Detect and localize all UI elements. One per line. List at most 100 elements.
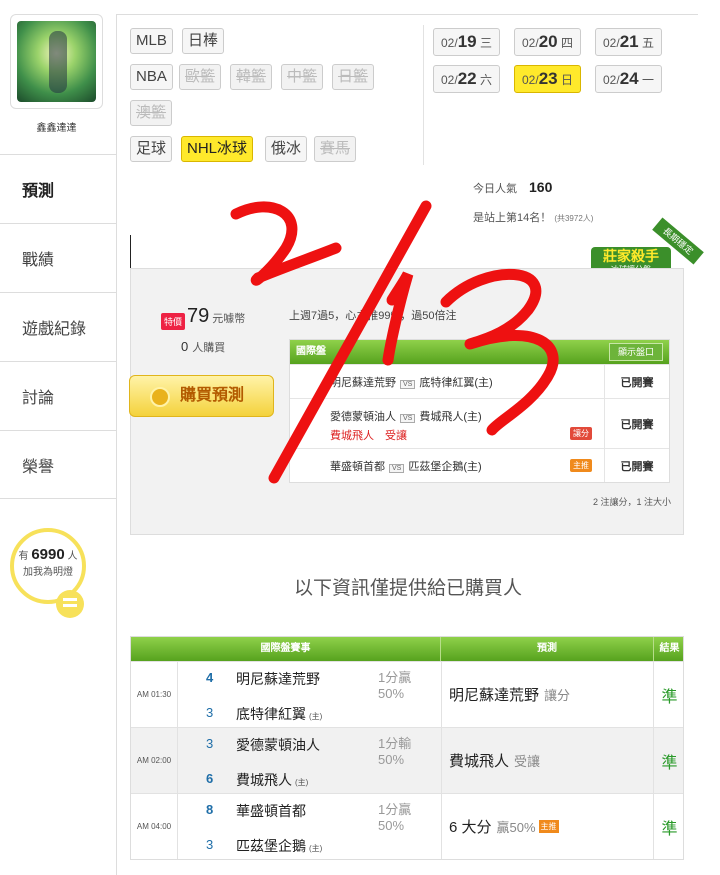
odds-line: 1分輸 50%	[378, 736, 411, 768]
score-a: 8	[206, 802, 214, 817]
col-prediction: 預測	[441, 637, 654, 661]
prediction: 明尼蘇達荒野 讓分	[441, 662, 654, 727]
mini-table-footer: 2 注讓分，1 注大小	[592, 497, 671, 507]
avatar[interactable]	[10, 14, 103, 109]
team-a: 愛德蒙頓油人	[330, 411, 396, 423]
nav-record[interactable]: 戰績	[0, 223, 116, 292]
matchup: 明尼蘇達荒野 VS 底特律紅翼(主)	[330, 374, 493, 390]
score-b: 3	[206, 837, 214, 852]
league-horse-racing: 賽馬	[314, 136, 357, 162]
date-0220[interactable]: 02/20 四	[514, 28, 581, 56]
home-mark: (主)	[295, 778, 309, 787]
result-mark: 準	[661, 754, 678, 772]
price: 79 元噱幣	[187, 305, 245, 328]
league-nhl[interactable]: NHL冰球	[181, 136, 254, 162]
date-day: 23	[538, 69, 558, 88]
date-month: 02/	[603, 73, 620, 87]
team-b-name: 費城飛人	[236, 772, 292, 788]
mini-header-label: 國際盤	[296, 346, 326, 357]
team-b: 底特律紅翼(主)	[419, 377, 493, 389]
pick-tag: 主推	[570, 459, 592, 472]
home-mark: (主)	[309, 844, 323, 853]
date-0223[interactable]: 02/23 日	[514, 65, 581, 93]
show-odds-button[interactable]: 顯示盤口	[608, 343, 663, 361]
score-a: 3	[206, 736, 214, 751]
date-month: 02/	[522, 73, 539, 87]
nav-discussion[interactable]: 討論	[0, 361, 116, 430]
prediction-text: 6 大分	[449, 819, 492, 836]
table-row: AM 02:00 3 愛德蒙頓油人 6 費城飛人 (主) 1分輸 50% 費城飛人受…	[131, 727, 683, 793]
league-mlb[interactable]: MLB	[130, 28, 173, 54]
date-weekday: 三	[479, 36, 492, 50]
offer-panel: 特價 79 元噱幣 0 人購買 購買預測 上週7過5，心主推99%，過50倍注 國際…	[129, 268, 684, 535]
game-time: AM 02:00	[131, 728, 178, 793]
badge-title: 莊家殺手	[603, 248, 659, 264]
date-weekday: 六	[479, 73, 492, 87]
odds-pct: 50%	[378, 752, 405, 767]
date-day: 20	[538, 32, 558, 51]
game-time: AM 01:30	[131, 662, 178, 727]
team-a: 華盛頓首都	[236, 801, 306, 821]
coin-icon	[150, 387, 170, 407]
league-jp-baseball[interactable]: 日棒	[182, 28, 225, 54]
team-b: 底特律紅翼(主)	[236, 704, 322, 724]
team-a-name: 明尼蘇達荒野	[236, 671, 320, 687]
result-mark: 準	[661, 688, 678, 706]
date-0224[interactable]: 02/24 一	[595, 65, 662, 93]
team-a: 明尼蘇達荒野	[236, 669, 320, 689]
nav-honor[interactable]: 榮譽	[0, 430, 116, 499]
buy-prediction-button[interactable]: 購買預測	[129, 375, 274, 417]
odds-main: 1分輸	[378, 736, 412, 751]
date-weekday: 一	[641, 73, 654, 87]
results-header: 國際盤賽事 預測 結果	[131, 637, 683, 661]
fan-suffix: 人	[67, 551, 78, 562]
rank: 是站上第14名！ (共3972人)	[473, 209, 593, 225]
prediction-sub: 受讓	[514, 754, 541, 769]
league-khl[interactable]: 俄冰	[265, 136, 308, 162]
league-nba[interactable]: NBA	[130, 64, 173, 90]
team-a: 華盛頓首都	[330, 461, 385, 473]
odds-pct: 50%	[378, 818, 405, 833]
league-au-basketball: 澳籃	[130, 100, 173, 126]
matchup: 愛德蒙頓油人 VS 費城飛人(主)	[330, 408, 482, 424]
game-status: 已開賽	[604, 399, 669, 448]
pick-tag: 讓分	[570, 427, 592, 440]
table-row: AM 01:30 4 明尼蘇達荒野 3 底特律紅翼 (主) 1分贏 50% 明尼蘇達…	[131, 661, 683, 727]
last-week-summary: 上週7過5，心主推99%，過50倍注	[289, 310, 457, 322]
col-match: 國際盤賽事	[131, 637, 441, 661]
date-0219[interactable]: 02/19 三	[433, 28, 500, 56]
buy-label: 購買預測	[180, 387, 245, 404]
odds-line: 1分贏 50%	[378, 802, 411, 834]
popularity-value: 160	[529, 179, 553, 195]
date-day: 24	[619, 69, 639, 88]
team-a-name: 華盛頓首都	[236, 803, 306, 819]
date-0221[interactable]: 02/21 五	[595, 28, 662, 56]
prediction: 費城飛人 受讓	[441, 728, 654, 793]
prediction: 6 大分 贏50% 主推	[441, 794, 654, 859]
username: 鑫鑫達達	[36, 123, 77, 134]
lightbulb-icon	[56, 590, 84, 618]
prediction-text: 費城飛人	[449, 753, 510, 770]
team-b: 費城飛人(主)	[236, 770, 308, 790]
date-month: 02/	[441, 73, 458, 87]
team-b: 匹茲堡企鵝(主)	[236, 836, 322, 856]
table-row: AM 04:00 8 華盛頓首都 3 匹茲堡企鵝 (主) 1分贏 50% 6 大分贏…	[131, 793, 683, 859]
popularity-label: 今日人氣	[473, 183, 517, 195]
date-month: 02/	[441, 36, 458, 50]
prediction-sub: 讓分	[544, 688, 571, 703]
league-eu-basketball: 歐籃	[179, 64, 222, 90]
nav-game-history[interactable]: 遊戲紀錄	[0, 292, 116, 361]
prediction-mini-table: 國際盤 顯示盤口 明尼蘇達荒野 VS 底特律紅翼(主) 已開賽 愛德蒙頓油人 VS 費城飛…	[289, 339, 670, 483]
team-a: 愛德蒙頓油人	[236, 735, 320, 755]
score-b: 6	[206, 771, 214, 786]
avatar-image	[17, 21, 96, 102]
fan-prefix: 有	[18, 551, 29, 562]
date-weekday: 四	[560, 36, 573, 50]
league-kr-basketball: 韓籃	[230, 64, 273, 90]
nav-predict[interactable]: 預測	[0, 154, 116, 223]
vs-icon: VS	[400, 414, 416, 423]
game-status: 已開賽	[604, 449, 669, 482]
left-sidebar: 鑫鑫達達 預測 戰績 遊戲紀錄 討論 榮譽 有 6990 人 加我為明燈	[0, 0, 116, 875]
date-0222[interactable]: 02/22 六	[433, 65, 500, 93]
league-soccer[interactable]: 足球	[130, 136, 173, 162]
